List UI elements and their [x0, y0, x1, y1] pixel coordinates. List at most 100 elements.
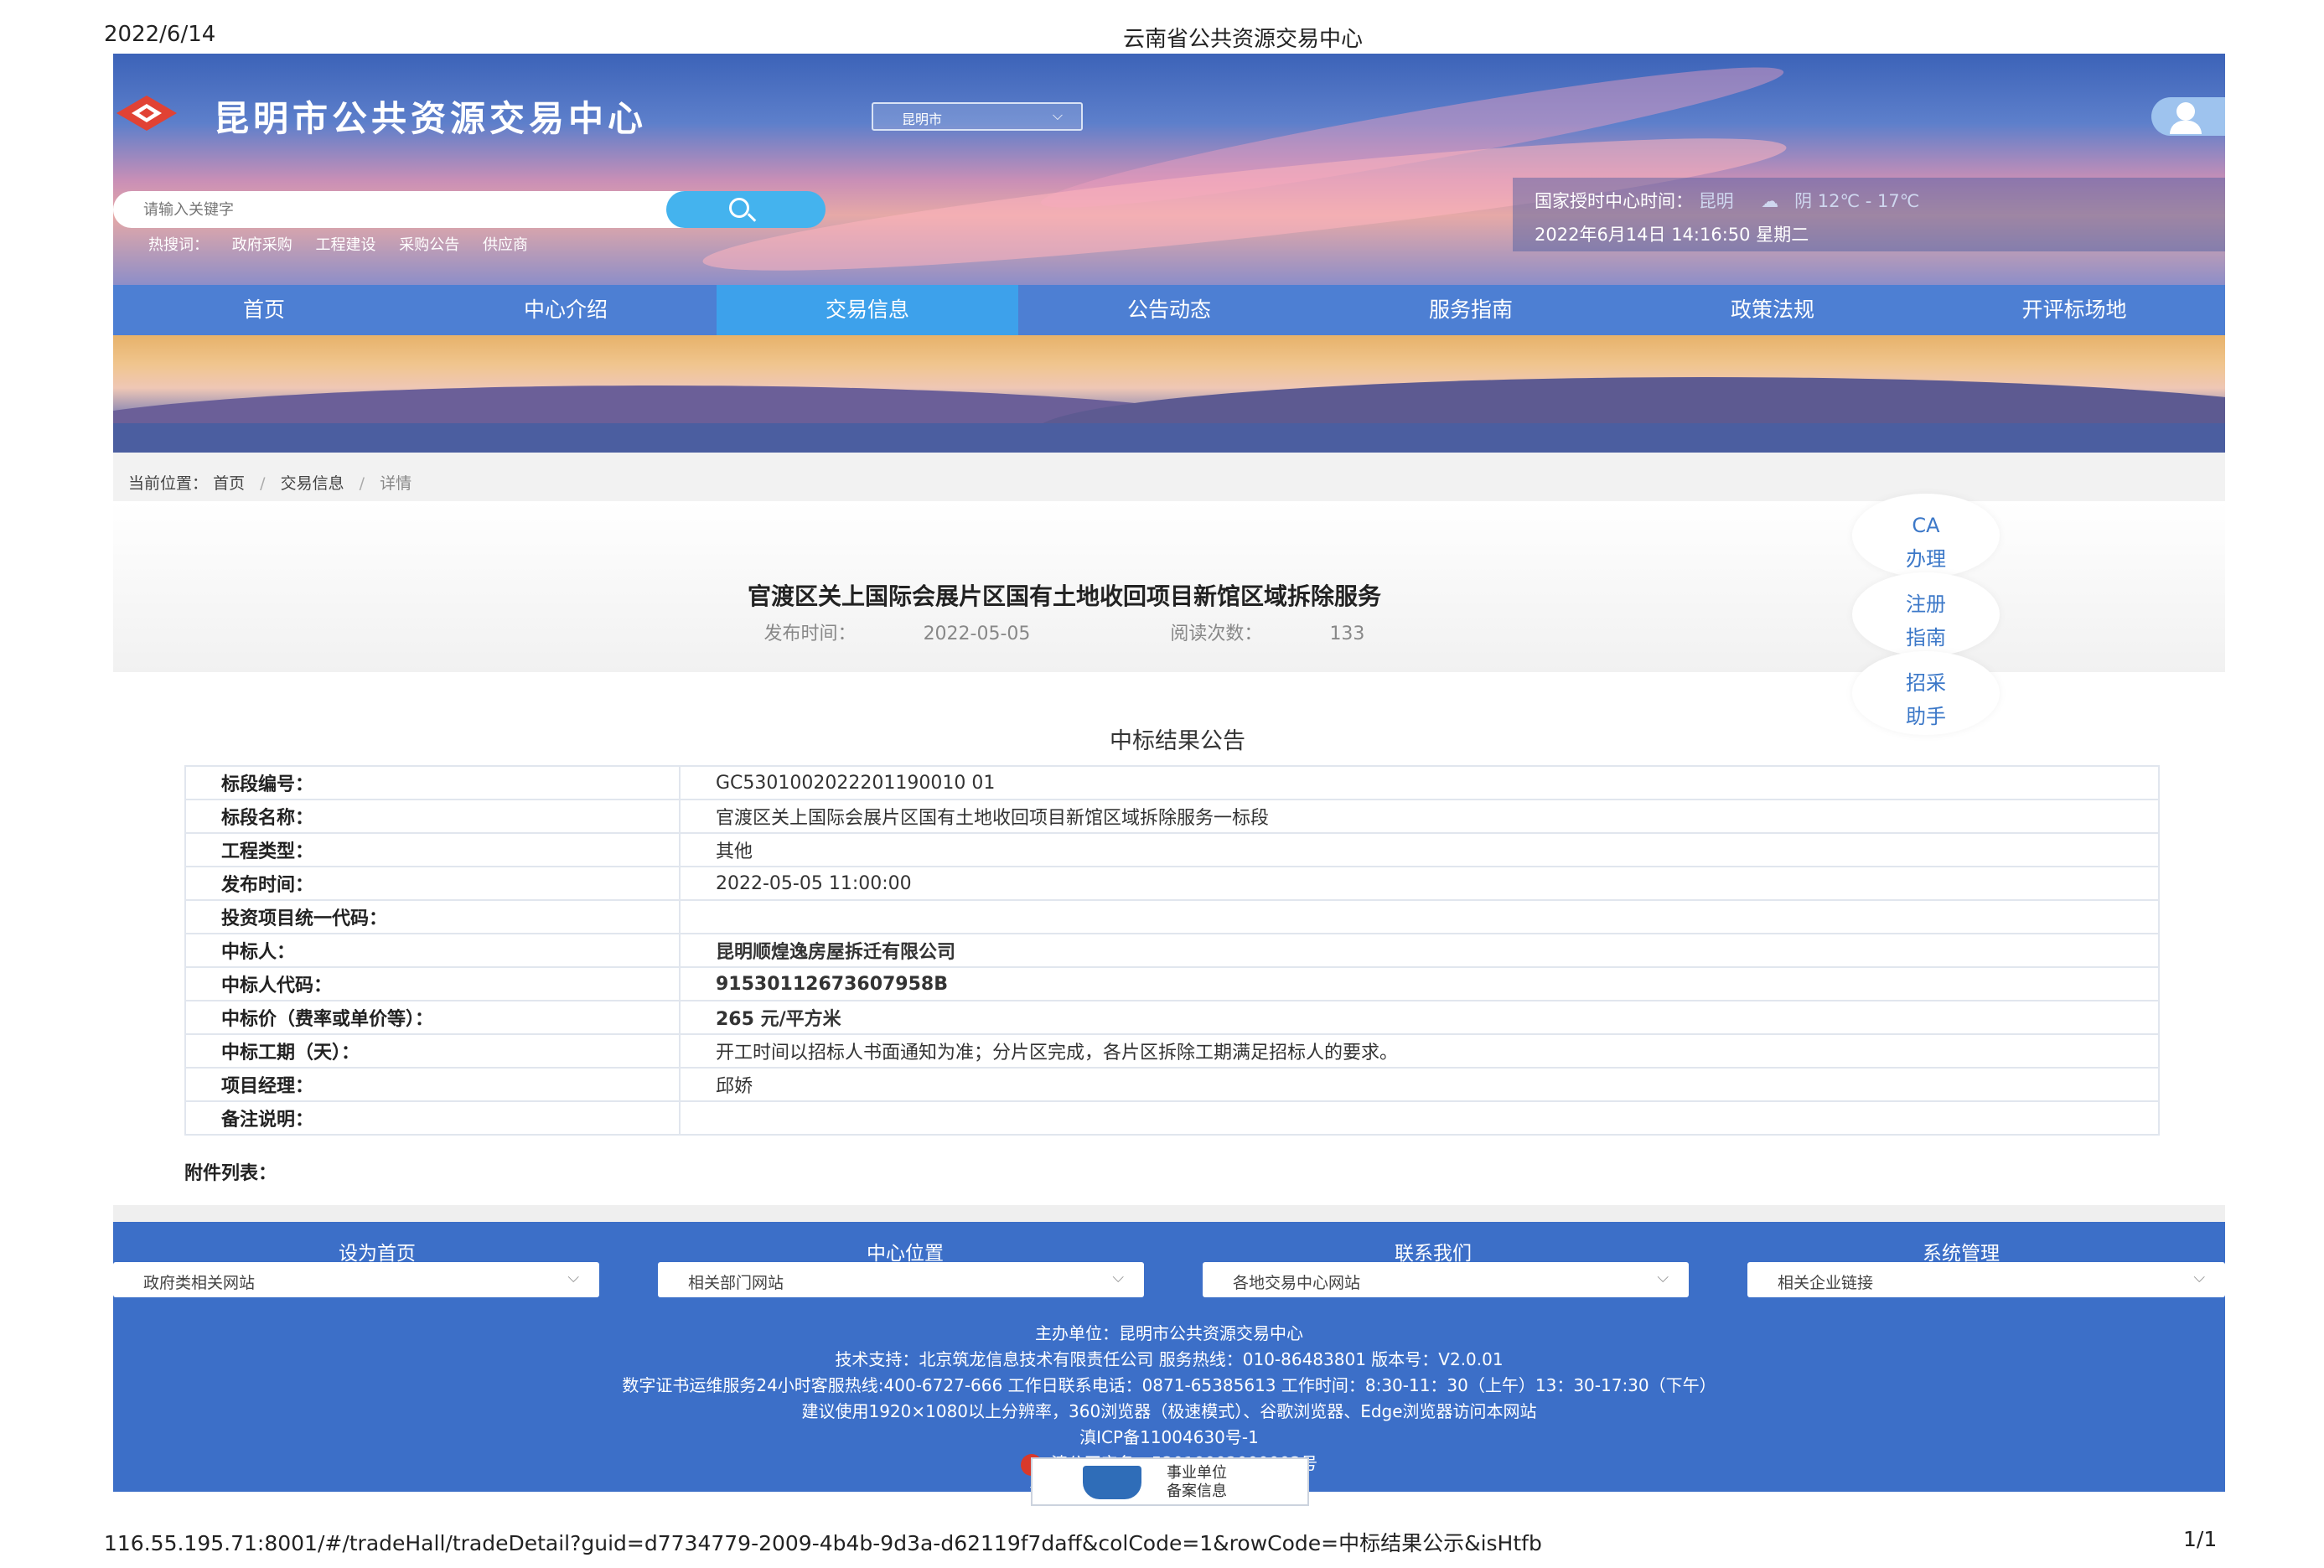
header-banner: 昆明市公共资源交易中心 昆明市 ⌵ 热搜词： 政府采购 工程建设 采购公告 供应… [113, 54, 2225, 285]
table-row: 中标工期（天）： 开工时间以招标人书面通知为准；分片区完成，各片区拆除工期满足招标… [184, 1033, 2160, 1069]
table-row: 备注说明： [184, 1100, 2160, 1136]
site-title[interactable]: 昆明市公共资源交易中心 [214, 91, 647, 142]
field-value: 邱娇 [679, 1067, 2160, 1102]
field-value: GC5301002022201190010 01 [679, 765, 2160, 800]
weather-text: 阴 12℃ - 17℃ [1794, 191, 1920, 211]
hot-words: 热搜词： 政府采购 工程建设 采购公告 供应商 [148, 233, 546, 255]
field-value: 昆明顺煌逸房屋拆迁有限公司 [679, 933, 2160, 968]
city-select-value: 昆明市 [902, 111, 943, 127]
views-count: 133 [1329, 624, 1365, 644]
search-icon [729, 198, 749, 218]
nav-about[interactable]: 中心介绍 [415, 285, 717, 335]
gov-sites-select[interactable]: 政府类相关网站 ⌵ [113, 1262, 599, 1297]
contact-link[interactable]: 联系我们 [1169, 1237, 1697, 1265]
enterprise-links-select[interactable]: 相关企业链接 ⌵ [1747, 1262, 2225, 1297]
field-label: 中标人： [184, 933, 681, 968]
chevron-down-icon: ⌵ [567, 1269, 579, 1286]
site-footer: 设为首页 中心位置 联系我们 系统管理 政府类相关网站 ⌵ 相关部门网站 ⌵ 各地交… [113, 1222, 2225, 1499]
print-page-number: 1/1 [2183, 1527, 2218, 1551]
field-value: 265 元/平方米 [679, 1000, 2160, 1035]
main-nav: 首页 中心介绍 交易信息 公告动态 服务指南 政策法规 开评标场地 [113, 285, 2225, 335]
city-select[interactable]: 昆明市 ⌵ [872, 102, 1083, 131]
breadcrumb-separator: / [359, 474, 365, 493]
scenic-banner [113, 335, 2225, 453]
field-label: 中标工期（天）： [184, 1033, 681, 1069]
print-title: 云南省公共资源交易中心 [1123, 27, 1364, 52]
set-homepage-link[interactable]: 设为首页 [113, 1237, 641, 1265]
notice-title: 中标结果公告 [1110, 728, 1245, 754]
detail-meta: 发布时间： 2022-05-05 阅读次数： 133 [113, 618, 2016, 645]
field-label: 备注说明： [184, 1100, 681, 1136]
table-row: 工程类型： 其他 [184, 832, 2160, 867]
browser-note: 建议使用1920×1080以上分辨率，360浏览器（极速模式）、谷歌浏览器、Ed… [801, 1401, 1537, 1421]
current-datetime: 2022年6月14日 14:16:50 星期二 [1535, 225, 1809, 245]
field-label: 中标价（费率或单价等）： [184, 1000, 681, 1035]
badge-line: 备案信息 [1167, 1483, 1227, 1500]
cloud-icon: ☁ [1761, 191, 1779, 211]
table-row: 中标人： 昆明顺煌逸房屋拆迁有限公司 [184, 933, 2160, 968]
hot-word[interactable]: 采购公告 [399, 236, 459, 254]
table-row: 中标价（费率或单价等）： 265 元/平方米 [184, 1000, 2160, 1035]
views-label: 阅读次数： [1170, 624, 1263, 644]
select-value: 各地交易中心网站 [1233, 1274, 1361, 1292]
badge-line: 事业单位 [1167, 1464, 1227, 1482]
field-label: 标段编号： [184, 765, 681, 800]
breadcrumb-trade-info[interactable]: 交易信息 [281, 474, 344, 493]
trade-center-sites-select[interactable]: 各地交易中心网站 ⌵ [1203, 1262, 1689, 1297]
field-label: 工程类型： [184, 832, 681, 867]
field-label: 项目经理： [184, 1067, 681, 1102]
nav-policy[interactable]: 政策法规 [1622, 285, 1923, 335]
register-guide-button[interactable]: 注册 指南 [1852, 572, 2000, 656]
search-button[interactable] [666, 191, 826, 228]
chevron-down-icon: ⌵ [1052, 107, 1063, 123]
select-value: 相关企业链接 [1778, 1274, 1874, 1292]
host-unit: 主办单位：昆明市公共资源交易中心 [1035, 1323, 1303, 1343]
ca-service-button[interactable]: CA 办理 [1852, 494, 2000, 577]
dept-sites-select[interactable]: 相关部门网站 ⌵ [658, 1262, 1144, 1297]
user-avatar-icon[interactable] [2151, 97, 2225, 136]
hot-word[interactable]: 工程建设 [315, 236, 375, 254]
field-value: 91530112673607958B [679, 966, 2160, 1001]
nav-service-guide[interactable]: 服务指南 [1320, 285, 1622, 335]
icp-number[interactable]: 滇ICP备11004630号-1 [113, 1425, 2225, 1451]
nav-announcements[interactable]: 公告动态 [1018, 285, 1320, 335]
nav-trade-info[interactable]: 交易信息 [717, 285, 1018, 335]
page-title: 官渡区关上国际会展片区国有土地收回项目新馆区域拆除服务 [747, 582, 1381, 610]
breadcrumb-home[interactable]: 首页 [213, 474, 245, 493]
site-logo-icon[interactable] [113, 94, 180, 132]
field-label: 中标人代码： [184, 966, 681, 1001]
side-item-line: 办理 [1906, 547, 1946, 571]
field-value [679, 1100, 2160, 1136]
select-value: 相关部门网站 [688, 1274, 784, 1292]
table-row: 投资项目统一代码： [184, 899, 2160, 934]
nav-venues[interactable]: 开评标场地 [1923, 285, 2225, 335]
system-admin-link[interactable]: 系统管理 [1697, 1237, 2225, 1265]
table-row: 标段编号： GC5301002022201190010 01 [184, 765, 2160, 800]
breadcrumb-prefix: 当前位置： [128, 474, 209, 493]
select-value: 政府类相关网站 [143, 1274, 256, 1292]
field-label: 发布时间： [184, 866, 681, 901]
field-label: 标段名称： [184, 799, 681, 834]
hot-word[interactable]: 政府采购 [232, 236, 292, 254]
institution-record-badge[interactable]: 事业单位 备案信息 [1031, 1457, 1309, 1506]
hot-word[interactable]: 供应商 [483, 236, 528, 254]
institution-emblem-icon [1083, 1466, 1141, 1499]
center-location-link[interactable]: 中心位置 [641, 1237, 1169, 1265]
chevron-down-icon: ⌵ [2193, 1269, 2205, 1286]
time-weather-panel: 国家授时中心时间： 昆明 ☁ 阴 12℃ - 17℃ 2022年6月14日 14… [1513, 178, 2225, 251]
field-value: 其他 [679, 832, 2160, 867]
nav-home[interactable]: 首页 [113, 285, 415, 335]
tech-support: 技术支持：北京筑龙信息技术有限责任公司 服务热线：010-86483801 版本… [835, 1349, 1504, 1369]
search-input[interactable] [113, 191, 700, 228]
side-item-line: 招采 [1906, 671, 1946, 695]
table-row: 项目经理： 邱娇 [184, 1067, 2160, 1102]
attachments-label: 附件列表： [184, 1163, 277, 1184]
side-item-line: 指南 [1906, 626, 1946, 649]
publish-label: 发布时间： [763, 624, 857, 644]
table-row: 中标人代码： 91530112673607958B [184, 966, 2160, 1001]
cert-service-info: 数字证书运维服务24小时客服热线:400-6727-666 工作日联系电话：08… [622, 1375, 1716, 1395]
field-value: 开工时间以招标人书面通知为准；分片区完成，各片区拆除工期满足招标人的要求。 [679, 1033, 2160, 1069]
city-name: 昆明 [1698, 191, 1734, 211]
field-value: 官渡区关上国际会展片区国有土地收回项目新馆区域拆除服务一标段 [679, 799, 2160, 834]
field-value [679, 899, 2160, 934]
